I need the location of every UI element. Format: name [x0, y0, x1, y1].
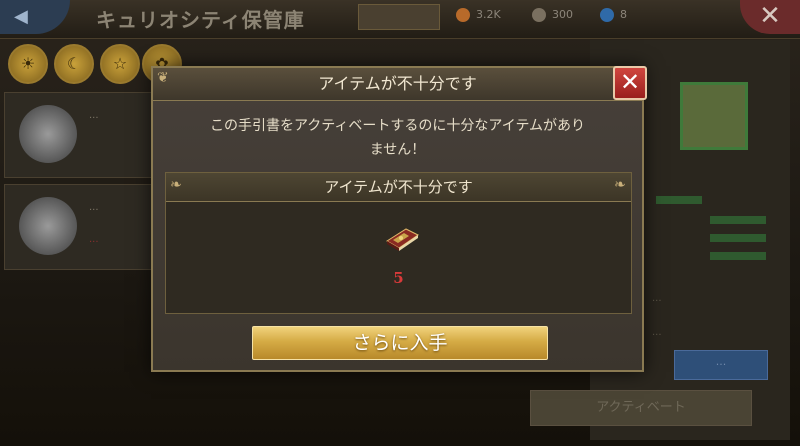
- back-button[interactable]: ◀: [0, 0, 70, 34]
- faint-label: ···: [652, 296, 662, 307]
- orb-icon: [19, 197, 77, 255]
- resource-gold: 3.2K: [456, 8, 501, 22]
- stat-line: [710, 234, 766, 242]
- resource-sword: 300: [532, 8, 573, 22]
- star-filter-button[interactable]: ☆: [100, 44, 140, 84]
- orb-icon: [19, 105, 77, 163]
- get-more-button[interactable]: さらに入手: [252, 326, 548, 360]
- faint-label: ···: [652, 330, 662, 341]
- message-line-1: この手引書をアクティベートするのに十分なアイテムがあり: [209, 118, 586, 134]
- top-bar: ◀ キュリオシティ保管庫 3.2K 300 8 ✕: [0, 0, 800, 39]
- scroll-image: [680, 82, 748, 150]
- stat-line: [710, 216, 766, 224]
- storage-button[interactable]: [358, 4, 440, 30]
- required-items-box: ❧ アイテムが不十分です ❧ 5: [165, 172, 632, 314]
- list-item[interactable]: ··· ···: [4, 184, 162, 270]
- message-line-2: ません！: [369, 142, 426, 158]
- item-count: 5: [393, 269, 404, 287]
- list-item-label: ···: [89, 113, 99, 124]
- list-item-label: ···: [89, 205, 99, 216]
- sun-filter-button[interactable]: ☀: [8, 44, 48, 84]
- dialog-title: アイテムが不十分です: [318, 74, 477, 93]
- ornament-icon: ❧: [614, 177, 626, 193]
- stat-line: [710, 252, 766, 260]
- insufficient-items-dialog: ❦ アイテムが不十分です ✕ この手引書をアクティベートするのに十分なアイテムが…: [151, 66, 647, 372]
- sword-icon: [532, 8, 546, 22]
- list-item[interactable]: ···: [4, 92, 162, 178]
- dialog-message: この手引書をアクティベートするのに十分なアイテムがあり ません！: [173, 114, 622, 162]
- stat-line: [656, 196, 702, 204]
- drop-icon: [600, 8, 614, 22]
- close-button[interactable]: ✕: [613, 66, 647, 100]
- close-screen-button[interactable]: ✕: [740, 0, 800, 34]
- resource-drop: 8: [600, 8, 627, 22]
- activate-button[interactable]: アクティベート: [530, 390, 752, 426]
- red-book-icon[interactable]: [384, 223, 420, 257]
- obtain-bg-button[interactable]: ···: [674, 350, 768, 380]
- items-title: アイテムが不十分です: [324, 178, 473, 196]
- moon-filter-button[interactable]: ☾: [54, 44, 94, 84]
- list-item-note: ···: [89, 237, 99, 248]
- screen-title: キュリオシティ保管庫: [96, 8, 305, 32]
- back-arrow-icon: ◀: [14, 6, 28, 27]
- gold-icon: [456, 8, 470, 22]
- items-header: ❧ アイテムが不十分です ❧: [166, 173, 631, 202]
- dialog-header: ❦ アイテムが不十分です: [153, 68, 642, 101]
